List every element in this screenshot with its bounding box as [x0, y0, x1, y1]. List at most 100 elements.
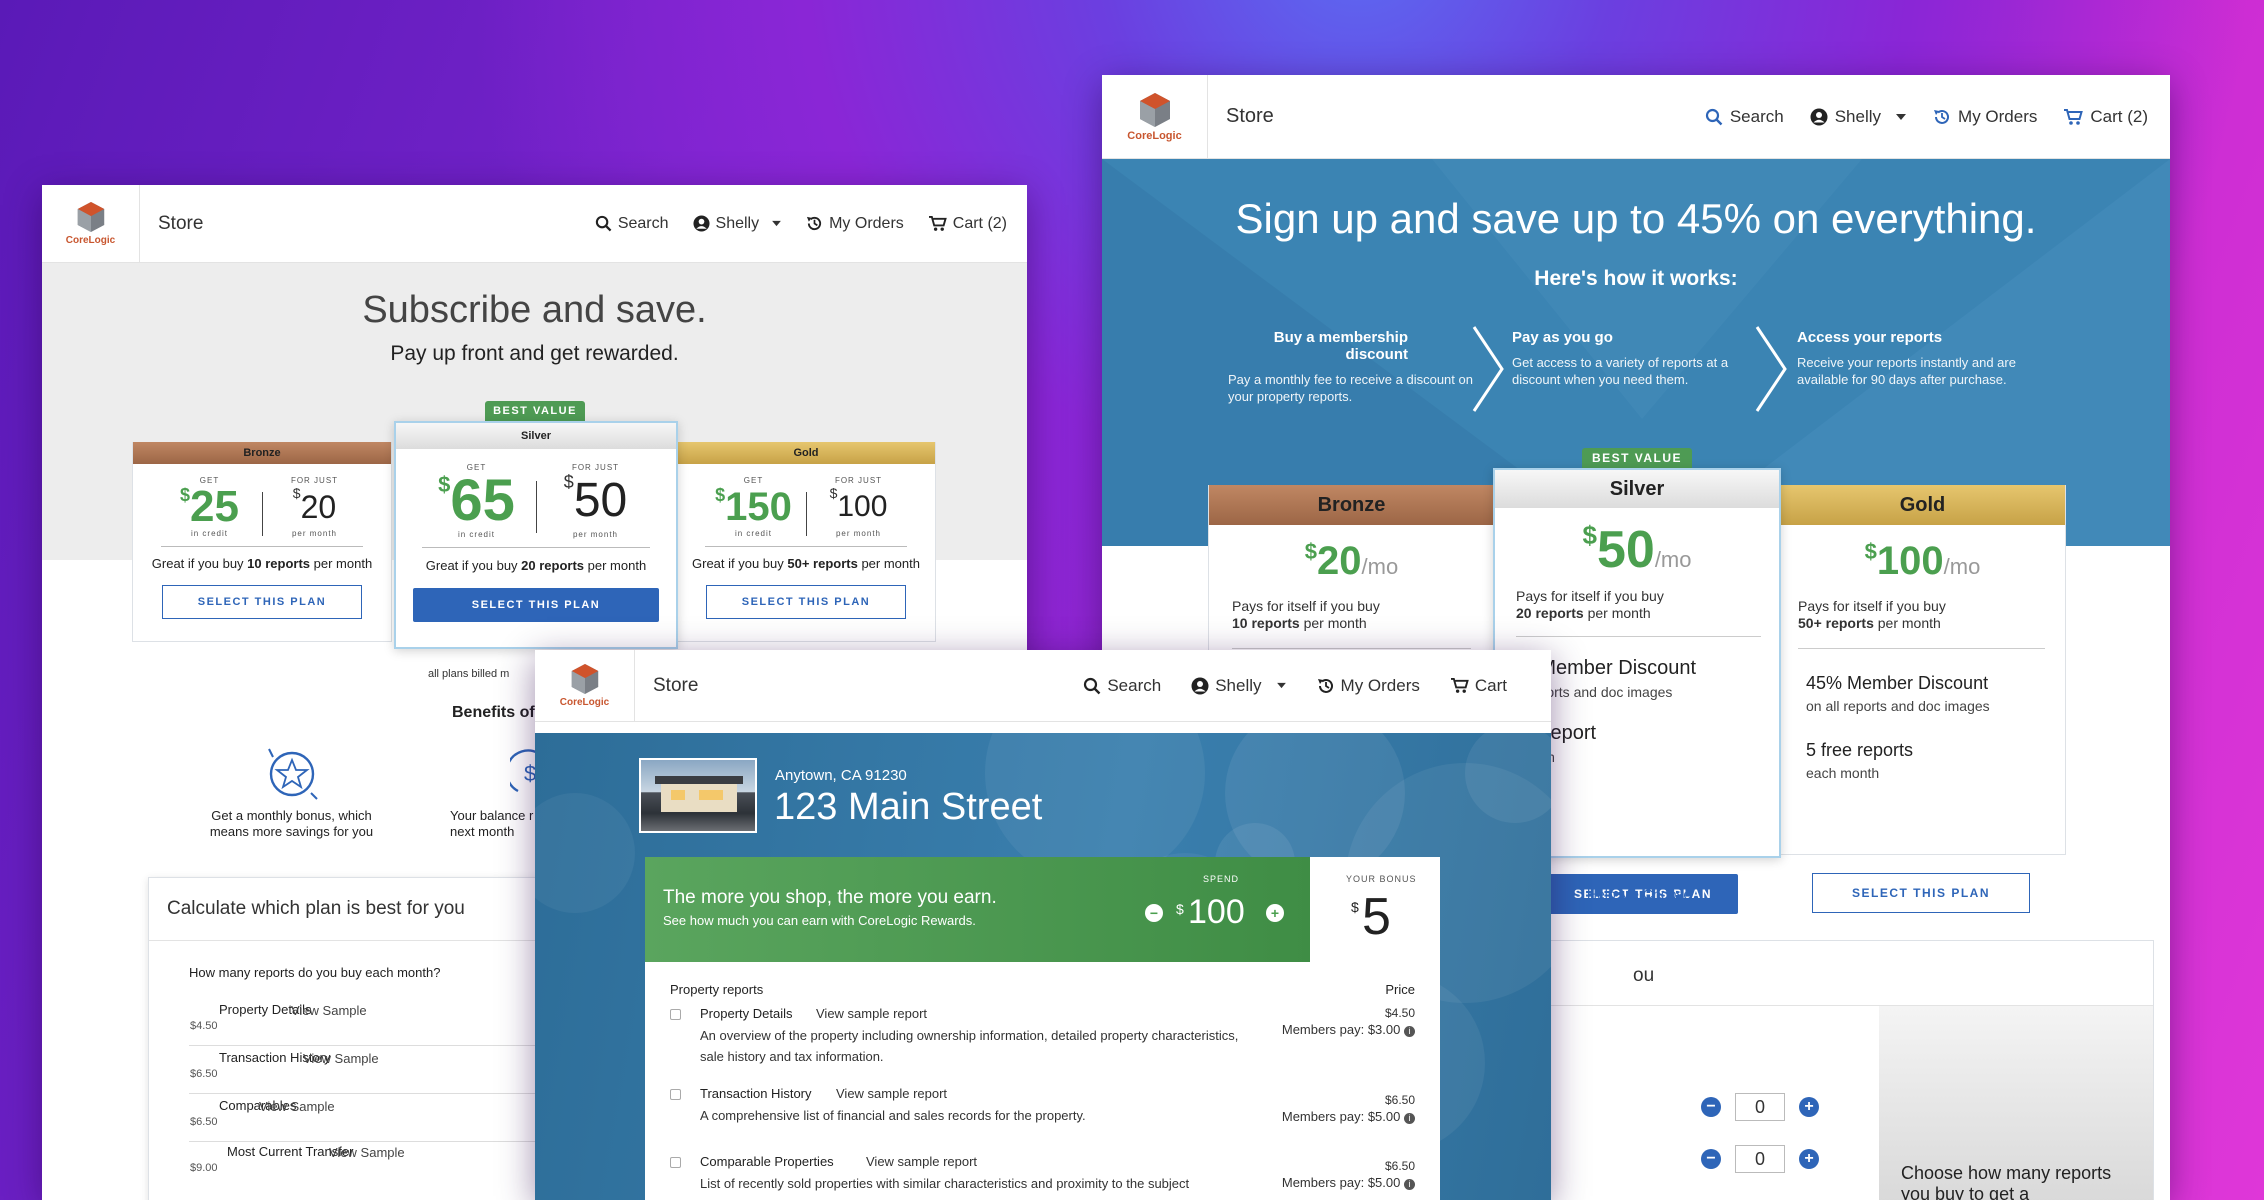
per-month: /mo: [1943, 554, 1981, 579]
user-menu[interactable]: Shelly: [692, 215, 783, 233]
corelogic-logo[interactable]: CoreLogic: [1102, 75, 1208, 158]
view-sample-link[interactable]: View Sample: [291, 1003, 367, 1018]
corelogic-logo[interactable]: CoreLogic: [535, 650, 635, 721]
view-sample-link[interactable]: View sample report: [816, 1006, 927, 1021]
bonus-box: YOUR BONUS $ 5: [1310, 857, 1440, 962]
step-1-text: Pay a monthly fee to receive a discount …: [1228, 372, 1473, 404]
discount-title: 45% Member Discount: [1806, 673, 1989, 693]
plus-button[interactable]: +: [1799, 1097, 1819, 1117]
calc-row-price: $6.50: [190, 1116, 218, 1128]
cart-label: Cart (2): [952, 214, 1007, 232]
view-sample-link[interactable]: View Sample: [259, 1099, 335, 1114]
select-plan-button-gold[interactable]: SELECT THIS PLAN: [1812, 873, 2030, 913]
report-desc: An overview of the property including ow…: [700, 1028, 1239, 1064]
qty-row: − 0 +: [1701, 1093, 1819, 1121]
spend-label: SPEND: [1203, 874, 1240, 884]
cart-icon: [2064, 108, 2084, 125]
report-checkbox[interactable]: [670, 1089, 681, 1100]
cart-link[interactable]: Cart (2): [2063, 107, 2148, 127]
select-plan-button-gold[interactable]: SELECT THIS PLAN: [706, 585, 906, 619]
my-orders-link[interactable]: My Orders: [1317, 676, 1420, 696]
calc-row-price: $9.00: [190, 1162, 218, 1174]
my-orders-link[interactable]: My Orders: [806, 215, 904, 233]
user-menu[interactable]: Shelly: [1810, 107, 1907, 127]
report-name: Property Details: [700, 1006, 793, 1021]
plan-header-bronze: Bronze: [1209, 485, 1494, 525]
spend-minus-button[interactable]: −: [1145, 904, 1163, 922]
logo-cube-icon: [1139, 92, 1170, 127]
user-menu[interactable]: Shelly: [1191, 676, 1286, 696]
qty-input[interactable]: 0: [1735, 1145, 1785, 1173]
logo-text: CoreLogic: [65, 235, 116, 246]
bonus-currency: $: [1351, 899, 1359, 915]
my-orders-link[interactable]: My Orders: [1933, 107, 2037, 127]
plan-note: Great if you buy 50+ reports per month: [692, 556, 920, 571]
report-row: Property Details View sample report An o…: [670, 1006, 1415, 1078]
minus-button[interactable]: −: [1701, 1097, 1721, 1117]
pays-post: per month: [1873, 615, 1941, 631]
info-icon[interactable]: i: [1404, 1178, 1415, 1190]
view-sample-link[interactable]: View Sample: [303, 1051, 379, 1066]
cart-icon: [1450, 677, 1469, 693]
member-price: Members pay: $3.00 i: [1282, 1022, 1415, 1037]
divider: [705, 546, 907, 547]
report-desc: List of recently sold properties with si…: [700, 1176, 1190, 1191]
qty-input[interactable]: 0: [1735, 1093, 1785, 1121]
report-checkbox[interactable]: [670, 1157, 681, 1168]
info-icon[interactable]: i: [1404, 1112, 1415, 1124]
report-name: Transaction History: [700, 1086, 812, 1101]
corelogic-logo[interactable]: CoreLogic: [42, 185, 140, 262]
step-3: Access your reports Receive your reports…: [1797, 329, 2057, 388]
discount-sub: on all reports and doc images: [1806, 698, 1990, 714]
bonus-star-icon: [268, 748, 318, 800]
minus-button[interactable]: −: [1701, 1149, 1721, 1169]
bonus-amount: 5: [1362, 888, 1391, 946]
help-me-choose-link[interactable]: Help Me Choose: [1584, 886, 1694, 902]
report-price: $6.50: [1384, 1093, 1415, 1107]
store-title: Store: [653, 674, 699, 696]
step-2: Pay as you go Get access to a variety of…: [1512, 329, 1752, 388]
free-sub: month: [1516, 749, 1779, 765]
plan-credit: 65: [450, 468, 515, 533]
cart-link[interactable]: Cart: [1450, 676, 1507, 696]
per-month: /mo: [1361, 554, 1399, 579]
history-icon: [807, 216, 822, 231]
logo-cube-icon: [571, 664, 598, 694]
chevron-down-icon: [1896, 113, 1907, 120]
logo-cube-icon: [77, 202, 104, 232]
spend-plus-button[interactable]: +: [1266, 904, 1284, 922]
cart-link[interactable]: Cart (2): [928, 215, 1007, 233]
choose-text: Choose how many reports you buy to get a: [1901, 1163, 2112, 1200]
report-price: $6.50: [1384, 1159, 1415, 1173]
search-link[interactable]: Search: [595, 215, 669, 233]
bonus-label: YOUR BONUS: [1346, 874, 1417, 884]
plus-button[interactable]: +: [1799, 1149, 1819, 1169]
select-plan-button-silver[interactable]: SELECT THIS PLAN: [413, 588, 659, 622]
search-label: Search: [1107, 675, 1162, 695]
pays-bold: 50+ reports: [1798, 615, 1874, 631]
search-link[interactable]: Search: [1705, 107, 1784, 127]
my-orders-label: My Orders: [829, 214, 904, 232]
step-1: Buy a membership discount Pay a monthly …: [1228, 329, 1478, 405]
report-name: Comparable Properties: [700, 1154, 834, 1169]
property-window: CoreLogic Store Search Shelly My Orders …: [535, 650, 1551, 1200]
view-sample-link[interactable]: View Sample: [329, 1145, 405, 1160]
plan-header-gold: Gold: [677, 442, 935, 464]
plan-name: Silver: [521, 430, 551, 442]
my-orders-label: My Orders: [1958, 106, 2038, 126]
view-sample-link[interactable]: View sample report: [866, 1154, 977, 1169]
user-icon: [1810, 108, 1828, 125]
search-link[interactable]: Search: [1083, 676, 1161, 696]
plan-price: 100: [1876, 539, 1944, 583]
divider: [1516, 636, 1761, 637]
info-icon[interactable]: i: [1404, 1025, 1415, 1037]
choose-panel: Choose how many reports you buy to get a: [1879, 1006, 2153, 1200]
benefit-1-text: Get a monthly bonus, which means more sa…: [209, 808, 374, 839]
plan-price: 100: [837, 490, 888, 523]
plan-note: Great if you buy 20 reports per month: [425, 558, 647, 573]
select-plan-button-bronze[interactable]: SELECT THIS PLAN: [162, 585, 362, 619]
plan-card-gold: Gold GET $150 in credit FOR JUST $100 per mo…: [676, 442, 936, 642]
view-sample-link[interactable]: View sample report: [836, 1086, 947, 1101]
member-price: Members pay: $5.00 i: [1282, 1175, 1415, 1190]
report-checkbox[interactable]: [670, 1009, 681, 1020]
